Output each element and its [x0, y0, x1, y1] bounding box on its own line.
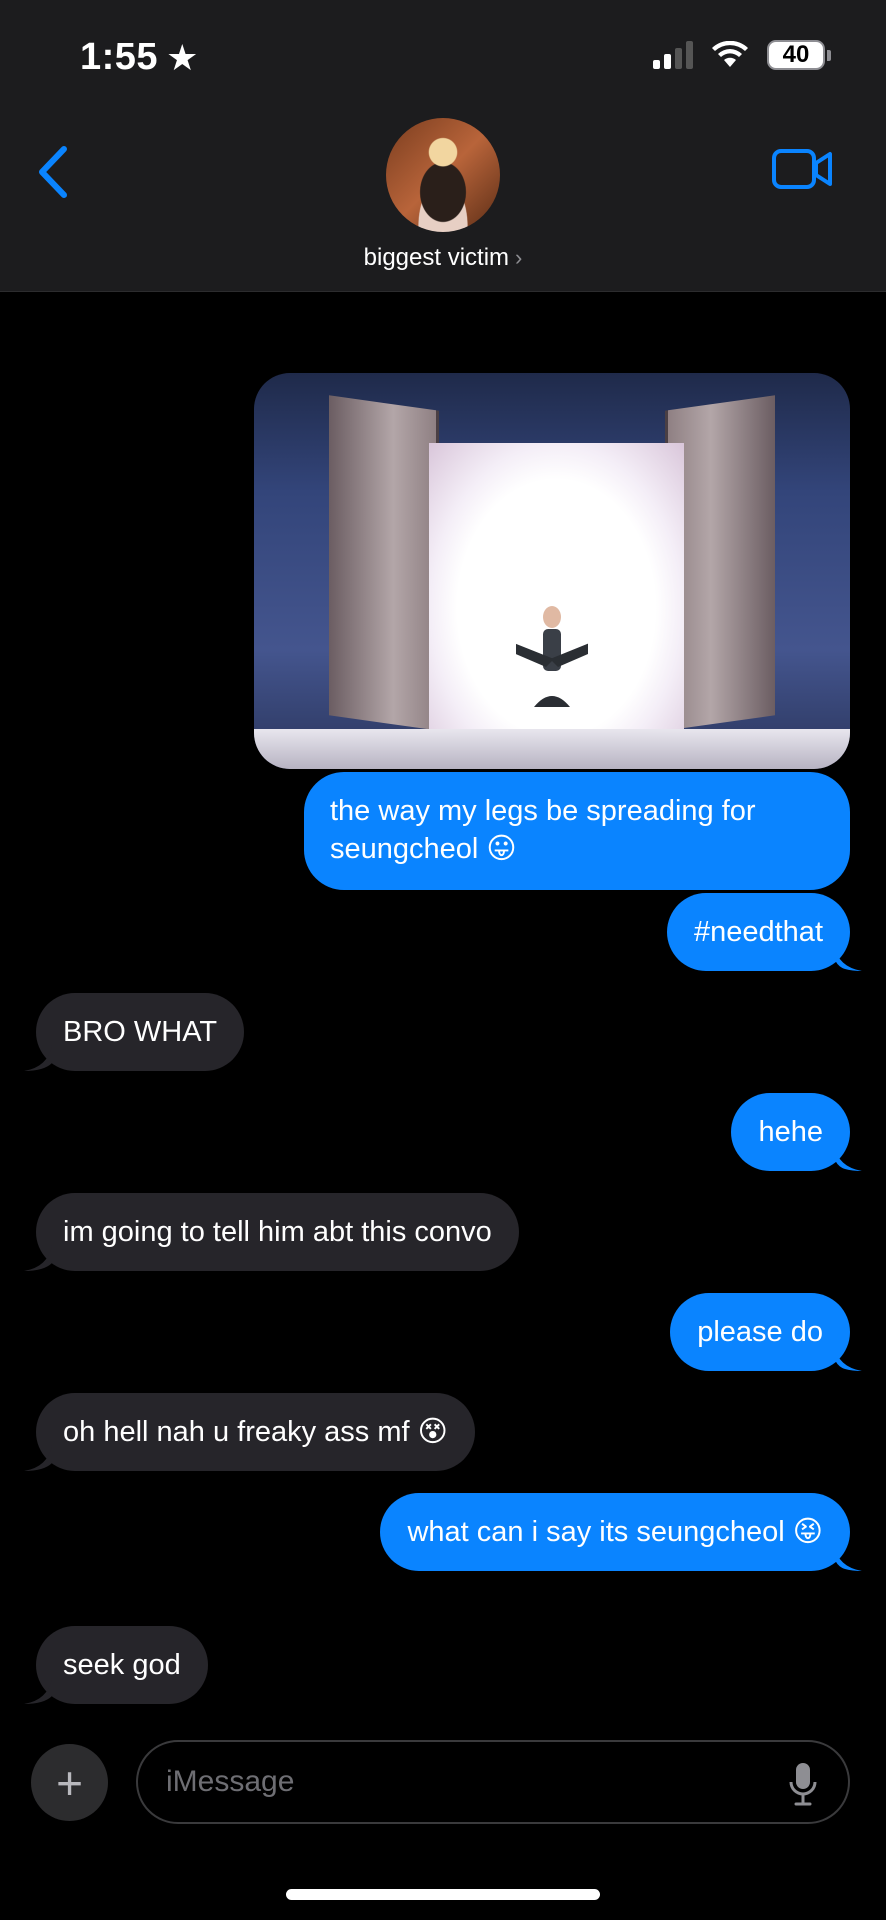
image-attachment[interactable] [254, 373, 850, 769]
message-bubble-received[interactable]: im going to tell him abt this convo [36, 1193, 519, 1271]
wifi-icon [712, 41, 748, 67]
message-bubble-received[interactable]: seek god [36, 1626, 208, 1704]
status-icons: 40 [653, 40, 831, 70]
chevron-right-icon: › [515, 245, 523, 270]
message-bubble-sent[interactable]: the way my legs be spreading for seungch… [304, 772, 850, 890]
contact-name-label: biggest victim [363, 244, 510, 271]
time-label: 1:55 [80, 36, 159, 78]
message-text: oh hell nah u freaky ass mf 😵 [63, 1416, 448, 1448]
message-input[interactable] [166, 1742, 746, 1822]
conversation-header: 1:55 ★ 40 biggest victim › [0, 0, 886, 292]
message-text-line2: seungcheol 😛 [330, 833, 517, 865]
photo-door-left [329, 395, 439, 731]
message-bubble-sent[interactable]: please do [670, 1293, 850, 1371]
star-icon: ★ [166, 36, 199, 78]
cellular-signal-icon [653, 41, 693, 69]
contact-avatar[interactable] [386, 118, 500, 232]
plus-icon[interactable]: + [31, 1744, 108, 1821]
message-text: what can i say its seungcheol 😝 [407, 1516, 823, 1548]
message-text: seek god [63, 1649, 181, 1681]
battery-level: 40 [767, 40, 825, 70]
back-chevron-icon[interactable] [34, 145, 74, 199]
message-text: BRO WHAT [63, 1016, 218, 1048]
status-time: 1:55 ★ [80, 36, 199, 79]
message-text: #needthat [693, 916, 823, 948]
microphone-icon[interactable] [788, 1762, 818, 1806]
home-indicator[interactable] [286, 1889, 600, 1900]
battery-icon: 40 [767, 40, 831, 70]
message-bubble-sent[interactable]: #needthat [666, 893, 850, 971]
message-text: the way my legs be spreading for [330, 795, 756, 827]
photo-figure [516, 606, 588, 707]
message-text: hehe [758, 1116, 823, 1148]
message-input-field[interactable] [136, 1740, 850, 1824]
contact-name[interactable]: biggest victim › [0, 244, 886, 272]
message-bubble-received[interactable]: oh hell nah u freaky ass mf 😵 [36, 1393, 475, 1471]
message-bubble-sent[interactable]: what can i say its seungcheol 😝 [380, 1493, 850, 1571]
video-call-icon[interactable] [772, 148, 834, 190]
message-text: please do [697, 1316, 823, 1348]
message-text: im going to tell him abt this convo [63, 1216, 492, 1248]
photo-floor [254, 729, 850, 769]
message-bubble-received[interactable]: BRO WHAT [36, 993, 245, 1071]
message-bubble-sent[interactable]: hehe [731, 1093, 850, 1171]
